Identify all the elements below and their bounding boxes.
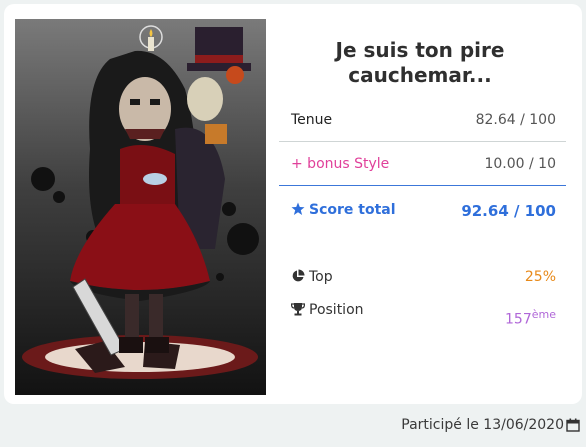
avatar-image[interactable]	[15, 19, 266, 395]
divider	[279, 141, 566, 142]
position-value: 157	[505, 311, 532, 328]
avatar-illustration	[22, 25, 259, 379]
participation-date: Participé le 13/06/2020	[401, 417, 564, 433]
calendar-icon	[566, 418, 580, 432]
top-label-wrap: Top	[291, 269, 333, 285]
outfit-value: 82.64 / 100	[475, 112, 556, 128]
entry-title: Je suis ton pire cauchemar...	[335, 38, 505, 87]
position-label: Position	[309, 302, 364, 318]
total-label: Score total	[309, 202, 396, 218]
position-value-wrap: 157ème	[505, 308, 556, 328]
total-label-wrap: Score total	[291, 202, 396, 218]
position-label-wrap: Position	[291, 302, 364, 318]
top-label: Top	[309, 269, 333, 285]
star-icon	[291, 202, 305, 215]
entry-footer: Participé le 13/06/2020	[0, 406, 586, 447]
position-suffix: ème	[531, 308, 556, 321]
entry-card: Je suis ton pire cauchemar... Tenue 82.6…	[4, 4, 582, 404]
trophy-icon	[291, 303, 305, 316]
total-value: 92.64 / 100	[461, 202, 556, 220]
pie-chart-icon	[292, 269, 305, 282]
top-value: 25%	[524, 269, 556, 285]
divider-total	[279, 185, 566, 186]
outfit-label: Tenue	[291, 112, 333, 128]
bonus-label: + bonus Style	[291, 156, 390, 172]
bonus-value: 10.00 / 10	[484, 156, 556, 172]
